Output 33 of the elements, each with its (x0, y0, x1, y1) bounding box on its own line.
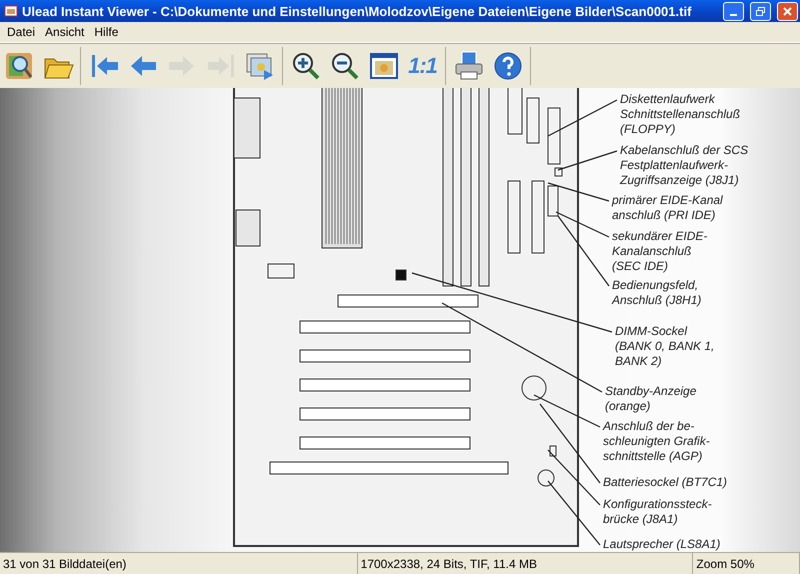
close-icon (782, 6, 793, 16)
callout-label: Lautsprecher (LS8A1) (603, 537, 720, 552)
minimize-icon (730, 14, 737, 16)
callout-label: Konfigurationssteck- brücke (J8A1) (603, 497, 712, 527)
status-pane: 1700x2338, 24 Bits, TIF, 11.4 MB (358, 553, 694, 574)
help-icon (492, 50, 524, 82)
restore-icon (755, 6, 766, 16)
callout-label: Batteriesockel (BT7C1) (603, 475, 728, 490)
callout-label: Kabelanschluß der SCS Festplattenlaufwerk- Zugriffsanzeige (J8J1) (620, 143, 748, 188)
window-title: Ulead Instant Viewer - C:\Dokumente und Einstellungen\Molodzov\Eigene Dateien\Eigene Bilder\Scan0001.tif (22, 4, 692, 18)
status-pane: 31 von 31 Bilddatei(en) (0, 553, 358, 574)
menu-item[interactable]: Hilfe (89, 25, 124, 39)
leader-line (548, 182, 610, 202)
callout-label: Diskettenlaufwerk Schnittstellenanschluß (FLOPPY) (620, 92, 740, 137)
leader-line (558, 150, 618, 171)
printer-icon (452, 50, 484, 82)
close-button[interactable] (777, 2, 798, 20)
callout-label: Bedienungsfeld, Anschluß (J8H1) (612, 278, 702, 308)
app-icon (4, 4, 18, 18)
maximize-button[interactable] (750, 2, 771, 20)
callout-label: Anschluß der be- schleunigten Grafik- schnittstelle (AGP) (603, 419, 710, 464)
leader-line (548, 480, 600, 546)
callout-label: Standby-Anzeige (orange) (605, 384, 696, 414)
menu-item[interactable]: Ansicht (40, 25, 90, 39)
leader-line (548, 450, 600, 506)
menu-item[interactable]: Datei (2, 25, 40, 39)
status-pane: Zoom 50% (693, 553, 800, 574)
leader-line (548, 99, 618, 137)
minimize-button[interactable] (723, 2, 744, 20)
callout-label: primärer EIDE-Kanal anschluß (PRI IDE) (612, 193, 723, 223)
callout-label: sekundärer EIDE- Kanalanschluß (SEC IDE) (612, 229, 708, 274)
fit-window-icon (368, 50, 400, 82)
callout-label: DIMM-Sockel (BANK 0, BANK 1, BANK 2) (615, 324, 714, 369)
